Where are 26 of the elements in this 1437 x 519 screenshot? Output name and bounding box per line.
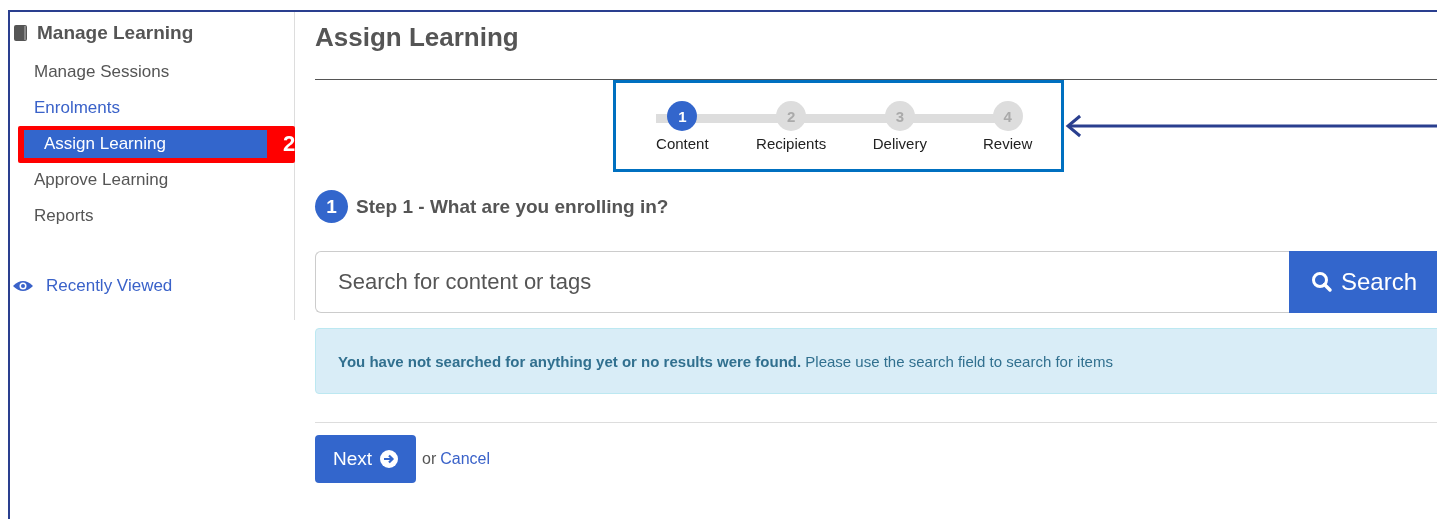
- cancel-link[interactable]: Cancel: [440, 450, 491, 468]
- next-button[interactable]: Next: [315, 435, 416, 483]
- page-title: Assign Learning: [315, 22, 520, 53]
- step-label: Content: [656, 135, 709, 152]
- sidebar-item[interactable]: Approve Learning: [10, 166, 169, 194]
- search-button[interactable]: Search: [1289, 251, 1437, 313]
- sidebar-item[interactable]: Manage Sessions: [10, 58, 170, 86]
- or-text: or: [422, 450, 437, 468]
- search-field[interactable]: Search for content or tags: [315, 251, 1289, 313]
- step-number-badge: 1: [315, 190, 348, 223]
- step-label: Recipients: [756, 135, 827, 152]
- step-label: Review: [983, 135, 1033, 152]
- alert-message: You have not searched for anything yet or no results were found. Please use the search field to search for items: [338, 352, 1113, 370]
- step-number-badge[interactable]: 1: [667, 101, 698, 131]
- annotation-number: 2: [283, 131, 296, 157]
- sidebar-item[interactable]: Enrolments: [10, 94, 120, 122]
- eye-icon: [12, 279, 34, 293]
- sidebar-heading: Manage Learning: [37, 22, 194, 44]
- arrow-circle-icon: [380, 450, 399, 468]
- search-icon: [1311, 271, 1333, 293]
- recently-viewed-link[interactable]: Recently Viewed: [46, 276, 173, 296]
- sidebar-item[interactable]: Assign Learning: [24, 130, 267, 158]
- book-icon: [13, 24, 29, 42]
- step-heading: Step 1 - What are you enrolling in?: [356, 195, 669, 218]
- sidebar-item[interactable]: Reports: [10, 202, 94, 230]
- step-label: Delivery: [872, 135, 927, 152]
